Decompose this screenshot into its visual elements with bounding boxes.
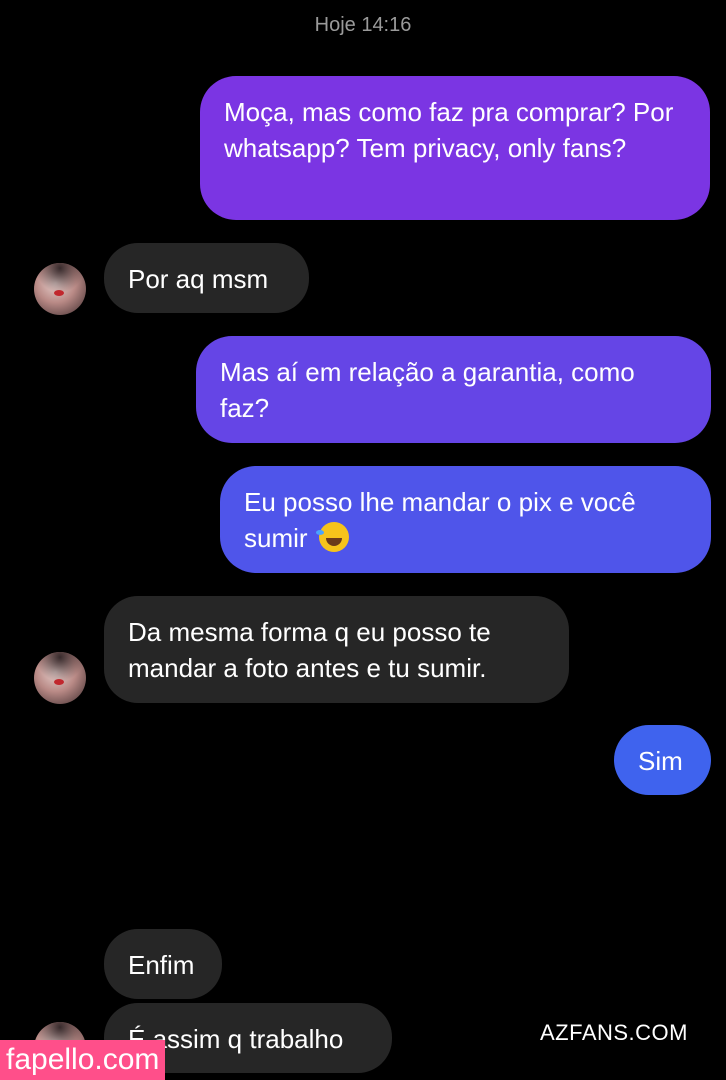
message-text: Enfim (128, 950, 195, 980)
message-bubble-received[interactable]: Enfim (104, 929, 222, 999)
message-bubble-sent[interactable]: Mas aí em relação a garantia, como faz? (196, 336, 711, 443)
contact-avatar[interactable] (34, 652, 86, 704)
azfans-watermark: AZFANS.COM (539, 1020, 688, 1045)
laughing-emoji-icon (315, 522, 349, 552)
message-text: Da mesma forma q eu posso te mandar a fo… (128, 617, 491, 683)
message-bubble-received[interactable]: Da mesma forma q eu posso te mandar a fo… (104, 596, 569, 703)
message-bubble-sent[interactable]: Sim (614, 725, 711, 795)
message-text: Moça, mas como faz pra comprar? Por what… (224, 97, 674, 163)
fapello-watermark: fapello.com (0, 1040, 166, 1080)
message-bubble-sent[interactable]: Moça, mas como faz pra comprar? Por what… (200, 76, 710, 220)
message-text: Mas aí em relação a garantia, como faz? (220, 357, 635, 423)
message-text: Eu posso lhe mandar o pix e você sumir (244, 487, 636, 553)
message-text: Por aq msm (128, 264, 269, 294)
timestamp: Hoje 14:16 (314, 14, 412, 36)
message-bubble-received[interactable]: Por aq msm (104, 243, 309, 313)
contact-avatar[interactable] (34, 263, 86, 315)
message-bubble-sent[interactable]: Eu posso lhe mandar o pix e você sumir (220, 466, 711, 573)
message-text: Sim (638, 746, 683, 776)
